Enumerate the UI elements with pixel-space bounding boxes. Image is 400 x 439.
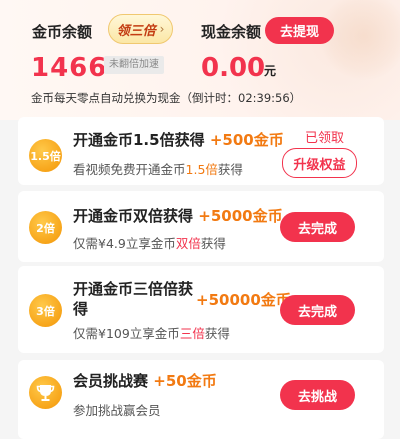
task-reward: +50000金币 (196, 291, 291, 309)
exchange-note: 金币每天零点自动兑换为现金（倒计时：02:39:56） (31, 91, 302, 105)
task-title: 开通金币三倍倍获得 (73, 280, 194, 318)
not-boosted-badge: 未翻倍加速 (104, 56, 164, 74)
claimed-status: 已领取 (305, 131, 345, 146)
trophy-icon (29, 376, 62, 409)
task-card-1-5x: 1.5倍 开通金币1.5倍获得 +500金币 看视频免费开通金币1.5倍获得 已… (18, 117, 384, 185)
task-reward: +500金币 (209, 131, 284, 149)
countdown-timer: 02:39:56 (238, 91, 290, 105)
balance-header: 金币余额 领三倍 › 现金余额 去提现 1466 未翻倍加速 0.00 元 金币… (0, 0, 400, 120)
multiplier-1-5x-icon: 1.5倍 (29, 139, 62, 172)
task-title: 会员挑战赛 +50金币 (73, 372, 217, 390)
complete-button[interactable]: 去完成 (280, 295, 355, 325)
claim-triple-button[interactable]: 领三倍 › (108, 14, 173, 44)
challenge-button[interactable]: 去挑战 (280, 380, 355, 410)
multiplier-2x-icon: 2倍 (29, 211, 62, 244)
task-subtitle: 参加挑战赢会员 (73, 403, 161, 418)
task-card-3x: 3倍 开通金币三倍倍获得 +50000金币 仅需¥109立享金币三倍获得 去完成 (18, 266, 384, 353)
chevron-right-icon: › (159, 22, 165, 36)
cash-balance-value: 0.00 (201, 53, 266, 83)
task-card-2x: 2倍 开通金币双倍获得 +5000金币 仅需¥4.9立享金币双倍获得 去完成 (18, 191, 384, 262)
cash-balance-label: 现金余额 (201, 23, 262, 41)
task-title: 开通金币双倍获得 +5000金币 (73, 207, 283, 225)
task-title: 开通金币1.5倍获得 +500金币 (73, 131, 284, 149)
complete-button[interactable]: 去完成 (280, 212, 355, 242)
withdraw-button[interactable]: 去提现 (265, 17, 334, 44)
task-subtitle: 仅需¥109立享金币三倍获得 (73, 326, 230, 341)
task-subtitle: 仅需¥4.9立享金币双倍获得 (73, 236, 226, 251)
task-subtitle: 看视频免费开通金币1.5倍获得 (73, 162, 243, 177)
task-reward: +50金币 (153, 372, 217, 390)
decorative-coin-circle (320, 0, 400, 80)
coin-balance-value: 1466 (31, 53, 108, 83)
claim-triple-label: 领三倍 (116, 23, 156, 39)
coin-balance-label: 金币余额 (32, 23, 93, 41)
multiplier-3x-icon: 3倍 (29, 294, 62, 327)
task-card-challenge: 会员挑战赛 +50金币 参加挑战赢会员 去挑战 (18, 360, 384, 439)
cash-unit: 元 (264, 64, 277, 78)
task-reward: +5000金币 (198, 207, 283, 225)
upgrade-benefit-button[interactable]: 升级权益 (282, 148, 357, 178)
